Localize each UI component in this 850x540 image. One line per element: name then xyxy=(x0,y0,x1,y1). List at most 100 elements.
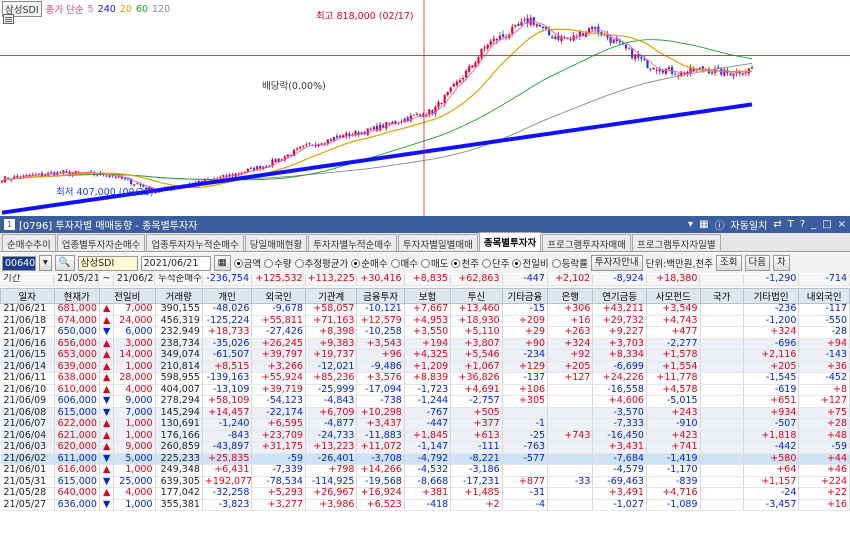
column-header[interactable]: 외국인 xyxy=(251,288,306,304)
table-cell: -10,121 xyxy=(356,303,405,316)
table-row[interactable]: 21/06/16 656,000 ▲ 3,000 238,734 -35,026 +26,2… xyxy=(0,338,850,350)
column-header[interactable]: 일자 xyxy=(0,288,55,304)
column-header[interactable]: 기관계 xyxy=(304,288,358,304)
table-row[interactable]: 21/06/21 681,000 ▲ 7,000 390,155 -48,026 -9,67… xyxy=(0,303,850,316)
radio-avg-price[interactable]: 추정평균가 xyxy=(294,256,348,270)
table-cell: +94 xyxy=(798,338,850,350)
radio-amount[interactable]: 금액 xyxy=(233,256,261,270)
tab-investor-daily[interactable]: 투자자별일별매매 xyxy=(397,234,478,251)
column-header[interactable]: 국가 xyxy=(699,288,744,304)
candle-body xyxy=(40,172,44,176)
calendar-icon[interactable]: ▦ xyxy=(213,255,231,271)
table-row[interactable]: 21/06/01 616,000 ▲ 1,000 249,348 +6,431 -7,339… xyxy=(0,464,850,477)
column-header[interactable]: 기타금융 xyxy=(501,288,549,304)
change-arrow-icon: ▼ xyxy=(99,476,115,488)
column-header[interactable]: 기타법인 xyxy=(742,288,800,304)
table-cell: -839 xyxy=(646,476,701,488)
column-header[interactable]: 현재가 xyxy=(53,288,100,304)
tab-sector-investor-net[interactable]: 업종별투자자순매수 xyxy=(56,234,146,251)
tab-sector-investor-cum[interactable]: 업종투자자누적순매수 xyxy=(146,234,244,251)
price-chart[interactable]: 삼성SDI 종가 단순 5 240 20 60 120 최고 818,000 (… xyxy=(0,0,850,216)
table-row[interactable]: 21/06/03 620,000 ▲ 9,000 260,859 -43,897 +31,1… xyxy=(0,441,850,454)
table-row[interactable]: 21/05/31 615,000 ▼ 25,000 639,305 +192,077 -78… xyxy=(0,476,850,488)
table-row[interactable]: 21/06/10 610,000 ▲ 4,000 404,007 -13,109 +39,7… xyxy=(0,384,850,396)
column-header[interactable]: 전일비 xyxy=(98,288,156,304)
grid-icon[interactable]: ▦ xyxy=(699,219,708,230)
query-button[interactable]: 조회 xyxy=(716,255,742,271)
font-icon[interactable]: T xyxy=(788,219,794,230)
radio-quantity[interactable]: 수량 xyxy=(264,256,292,270)
radio-prev-diff[interactable]: 전일비 xyxy=(512,256,549,270)
table-cell xyxy=(547,418,594,431)
next-button[interactable]: 다음 xyxy=(744,255,770,271)
help-icon[interactable]: ? xyxy=(800,219,805,230)
menu-icon[interactable]: ▾ xyxy=(688,219,693,230)
table-cell: -22,174 xyxy=(251,407,306,419)
table-cell: -59 xyxy=(798,441,850,454)
radio-thousand-shares[interactable]: 천주 xyxy=(451,256,479,270)
period-from[interactable]: 21/05/21 xyxy=(53,274,100,286)
tab-program-daily[interactable]: 프로그램투자자일별 xyxy=(631,234,721,251)
column-header[interactable]: 거래량 xyxy=(154,288,203,304)
table-row[interactable]: 21/06/02 611,000 ▼ 5,000 225,233 +25,835 -59 -2… xyxy=(0,453,850,465)
table-cell: 176,166 xyxy=(155,430,203,442)
candle-body xyxy=(511,26,514,34)
calculator-icon[interactable] xyxy=(3,14,14,24)
radio-net-buy[interactable]: 순매수 xyxy=(351,256,388,270)
close-icon[interactable]: × xyxy=(838,219,846,230)
table-cell: -234 xyxy=(502,349,549,362)
candle-body xyxy=(320,143,323,145)
tab-program-investor[interactable]: 프로그램투자자매매 xyxy=(542,234,631,251)
period-to[interactable]: 21/06/21 xyxy=(113,274,156,286)
date-input[interactable]: 2021/06/21 xyxy=(140,255,211,271)
table-row[interactable]: 21/06/08 615,000 ▼ 7,000 145,294 +14,457 -22,1… xyxy=(0,407,850,419)
tab-investor-cum-net[interactable]: 투자자별누적순매수 xyxy=(308,234,397,251)
link-icon[interactable]: ⇄ xyxy=(773,219,781,230)
radio-sell[interactable]: 매도 xyxy=(421,256,448,270)
investor-data-grid[interactable]: 일자 현재가 전일비 거래량 개인 외국인 기관계 금융투자 보험 투신 기타금융 은행 연기금등 사모펀… xyxy=(0,288,850,511)
table-cell xyxy=(700,418,744,431)
table-cell: -5,015 xyxy=(646,395,701,408)
candle-body xyxy=(443,95,446,104)
candle-body xyxy=(249,167,253,169)
maximize-icon[interactable]: □ xyxy=(822,219,831,230)
table-row[interactable]: 21/06/14 639,000 ▲ 1,000 210,814 +8,515 +3,266… xyxy=(0,361,850,373)
table-row[interactable]: 21/05/28 640,000 ▲ 4,000 177,042 -32,258 +5,29… xyxy=(0,487,850,500)
column-header[interactable]: 은행 xyxy=(547,288,594,304)
table-row[interactable]: 21/06/07 622,000 ▲ 1,000 130,691 -1,240 +6,595… xyxy=(0,418,850,431)
info-icon[interactable]: ⓘ xyxy=(715,217,725,232)
column-header[interactable]: 연기금등 xyxy=(592,288,647,304)
auto-match-label[interactable]: 자동일치 xyxy=(731,217,768,232)
table-cell: -4,877 xyxy=(305,418,358,431)
column-header[interactable]: 개인 xyxy=(201,288,253,304)
table-cell: +743 xyxy=(547,430,594,442)
stock-code-input[interactable]: 006400 xyxy=(2,255,41,271)
column-header[interactable]: 보험 xyxy=(403,288,452,304)
minimize-icon[interactable]: _ xyxy=(811,219,816,230)
chart-button[interactable]: 차 xyxy=(773,255,790,271)
search-icon[interactable]: 🔍 xyxy=(54,255,75,271)
table-row[interactable]: 21/06/17 650,000 ▼ 6,000 232,949 +18,733 -27,4… xyxy=(0,326,850,339)
table-row[interactable]: 21/05/27 636,000 ▼ 1,000 355,381 -3,823 +3,277… xyxy=(0,499,850,511)
radio-buy[interactable]: 매수 xyxy=(390,256,418,270)
investor-guide-button[interactable]: 투자자안내 xyxy=(590,255,643,271)
candle-body xyxy=(492,38,495,41)
tab-stock-investor[interactable]: 종목별투자자 xyxy=(478,232,542,251)
table-row[interactable]: 21/06/04 621,000 ▲ 1,000 176,166 -843 +23,709-… xyxy=(0,430,850,442)
radio-single-shares[interactable]: 단주 xyxy=(481,256,509,270)
column-header[interactable]: 금융투자 xyxy=(356,288,405,304)
code-dropdown-button[interactable]: ▾ xyxy=(39,255,52,271)
tab-today-trading[interactable]: 당일매매현황 xyxy=(244,234,308,251)
table-row[interactable]: 21/06/18 674,000 ▲ 24,000 456,319 -125,224 +55… xyxy=(0,315,850,327)
column-header[interactable]: 투신 xyxy=(450,288,503,304)
table-row[interactable]: 21/06/11 638,000 ▲ 28,000 598,955 -139,163 +55… xyxy=(0,372,850,385)
table-row[interactable]: 21/06/15 653,000 ▲ 14,000 349,074 -61,507 +39,… xyxy=(0,349,850,362)
candle-body xyxy=(289,154,293,156)
column-header[interactable]: 사모펀드 xyxy=(645,288,701,304)
tab-net-buy-trend[interactable]: 순매수추이 xyxy=(2,234,56,251)
radio-change-rate[interactable]: 등락률 xyxy=(551,256,588,270)
table-row[interactable]: 21/06/09 606,000 ▼ 9,000 278,294 +58,109 -54,1… xyxy=(0,395,850,408)
column-header[interactable]: 내외국인 xyxy=(798,288,850,304)
table-cell: 21/06/02 xyxy=(0,453,55,465)
legend-ma-120: 120 xyxy=(152,3,171,15)
